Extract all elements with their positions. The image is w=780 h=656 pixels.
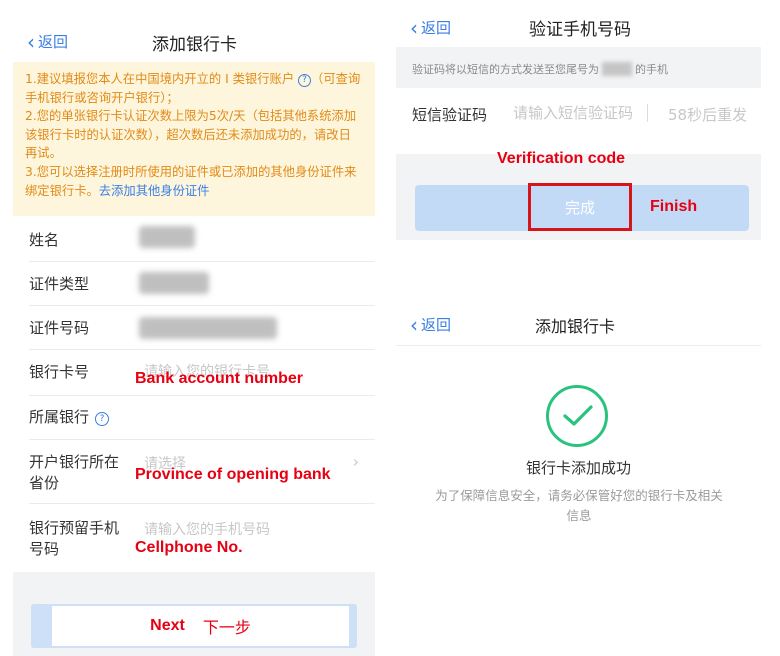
nav-bar: ‹ 返回 验证手机号码: [396, 0, 761, 47]
bank-row[interactable]: 所属银行?: [13, 396, 375, 440]
notice-box: 1.建议填报您本人在中国境内开立的 I 类银行账户 ? （可查询手机银行或咨询开户…: [13, 62, 375, 216]
success-description: 为了保障信息安全，请务必保管好您的银行卡及相关信息: [435, 488, 723, 523]
id-type-row: 证件类型: [13, 262, 375, 306]
add-card-panel: ‹ 返回 添加银行卡 1.建议填报您本人在中国境内开立的 I 类银行账户 ? （可…: [13, 0, 375, 656]
phone-input[interactable]: 请输入您的手机号码: [144, 519, 270, 539]
page-title: 验证手机号码: [529, 20, 631, 40]
chevron-left-icon: ‹: [410, 15, 418, 40]
question-icon[interactable]: ?: [298, 74, 312, 87]
sms-hint-text-b: 的手机: [635, 63, 668, 76]
back-button[interactable]: ‹ 返回: [410, 314, 451, 335]
chevron-left-icon: ‹: [410, 312, 418, 337]
back-label: 返回: [38, 33, 69, 51]
back-button[interactable]: ‹ 返回: [27, 31, 68, 52]
phone-row[interactable]: 银行预留手机 号码 请输入您的手机号码 Cellphone No.: [13, 504, 375, 572]
notice-line-2: 2.您的单张银行卡认证次数上限为5次/天（包括其他系统添加该银行卡时的认证次数）…: [25, 109, 357, 161]
name-label: 姓名: [29, 231, 60, 249]
success-panel: ‹ 返回 添加银行卡 银行卡添加成功 为了保障信息安全，请务必保管好您的银行卡及…: [396, 300, 761, 530]
id-type-label: 证件类型: [29, 275, 90, 293]
id-number-label: 证件号码: [29, 319, 90, 337]
notice-line-1: 1.建议填报您本人在中国境内开立的 I 类银行账户: [25, 72, 295, 86]
id-number-value-redacted: [139, 317, 277, 339]
page-title: 添加银行卡: [535, 317, 616, 336]
bank-label-wrap: 所属银行?: [29, 407, 110, 428]
next-label-cn: 下一步: [202, 618, 251, 637]
back-label: 返回: [421, 316, 452, 334]
phone-label-1: 银行预留手机: [29, 519, 120, 537]
card-number-row[interactable]: 银行卡号 请输入您的银行卡号 Bank account number: [13, 350, 375, 396]
phone-label-2: 号码: [29, 540, 60, 558]
success-check-icon: [546, 385, 608, 447]
done-button[interactable]: 完成: [528, 183, 632, 231]
card-number-label: 银行卡号: [29, 363, 90, 381]
next-label-en: Next: [150, 617, 185, 634]
province-label-2: 省份: [29, 474, 60, 492]
sms-code-row: 短信验证码 请输入短信验证码 58秒后重发: [396, 88, 761, 154]
next-button-bar: Next 下一步: [31, 604, 357, 648]
resend-countdown[interactable]: 58秒后重发: [668, 104, 747, 125]
nav-bar: ‹ 返回 添加银行卡: [13, 0, 375, 62]
province-label-1: 开户银行所在: [29, 453, 120, 471]
id-number-row: 证件号码: [13, 306, 375, 350]
sms-hint: 验证码将以短信的方式发送至您尾号为 的手机: [412, 61, 668, 77]
annotation-card-number: Bank account number: [135, 370, 304, 387]
bank-label: 所属银行: [29, 408, 90, 426]
add-other-id-link[interactable]: 去添加其他身份证件: [99, 184, 210, 198]
phone-label: 银行预留手机 号码: [29, 518, 119, 560]
back-label: 返回: [421, 19, 452, 37]
name-row: 姓名: [13, 216, 375, 262]
annotation-finish: Finish: [650, 198, 698, 215]
card-form: 姓名 证件类型 证件号码 银行卡号 请输入您的银行卡号 Bank account…: [13, 216, 375, 572]
sms-code-label: 短信验证码: [412, 106, 488, 124]
id-type-value-redacted: [139, 272, 209, 294]
question-icon[interactable]: ?: [95, 412, 110, 426]
province-label: 开户银行所在 省份: [29, 452, 119, 494]
sms-hint-text-a: 验证码将以短信的方式发送至您尾号为: [412, 63, 599, 76]
back-button[interactable]: ‹ 返回: [410, 17, 451, 38]
chevron-right-icon: ›: [352, 452, 359, 471]
next-button[interactable]: Next 下一步: [52, 606, 349, 646]
nav-bar: ‹ 返回 添加银行卡: [396, 300, 761, 346]
phone-tail-redacted: [602, 62, 632, 76]
annotation-province: Province of opening bank: [135, 466, 331, 483]
divider: [647, 104, 648, 122]
sms-code-input[interactable]: 请输入短信验证码: [513, 102, 633, 124]
success-message: 银行卡添加成功: [525, 459, 631, 477]
chevron-left-icon: ‹: [27, 29, 35, 54]
province-row[interactable]: 开户银行所在 省份 请选择 › Province of opening bank: [13, 440, 375, 504]
verify-phone-panel: ‹ 返回 验证手机号码 验证码将以短信的方式发送至您尾号为 的手机 短信验证码 请…: [396, 0, 761, 240]
annotation-phone: Cellphone No.: [135, 539, 243, 556]
page-title: 添加银行卡: [152, 35, 237, 55]
annotation-verification-code: Verification code: [497, 150, 626, 167]
name-value-redacted: [139, 226, 195, 248]
